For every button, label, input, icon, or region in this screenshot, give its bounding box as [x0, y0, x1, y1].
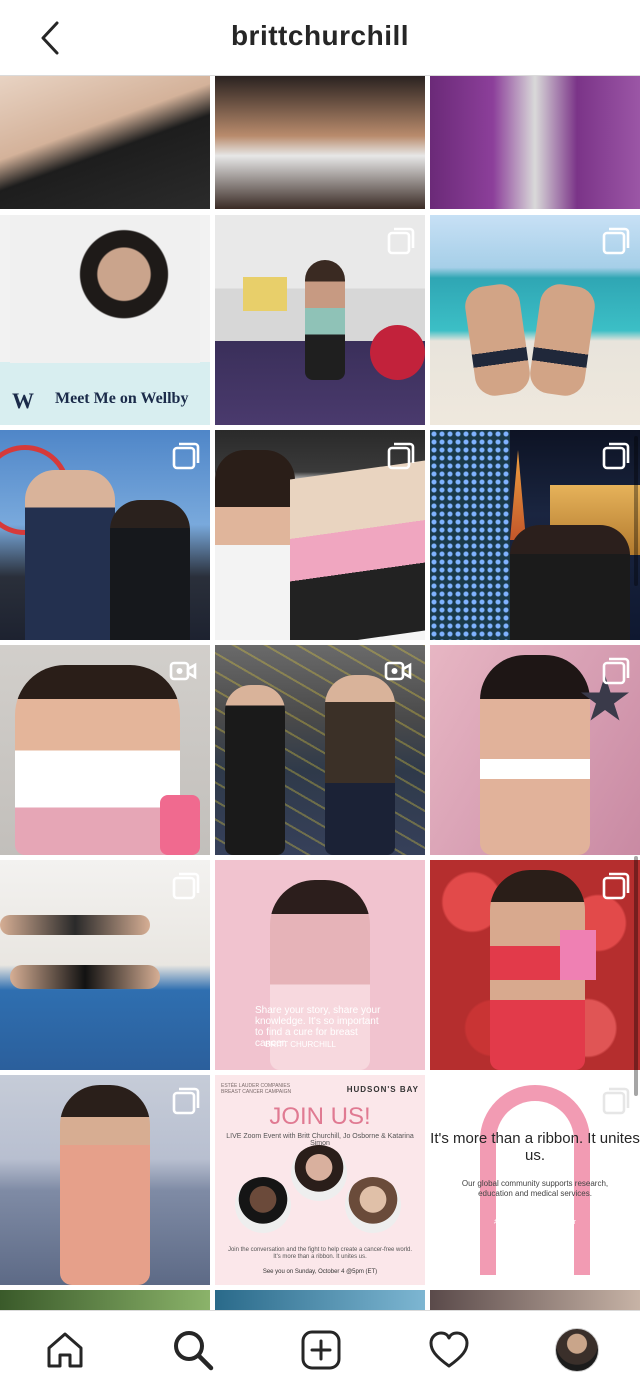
top-bar: brittchurchill	[0, 0, 640, 76]
carousel-icon	[602, 872, 630, 900]
post-tile[interactable]	[215, 76, 425, 209]
carousel-icon	[172, 1087, 200, 1115]
video-icon	[169, 661, 197, 681]
carousel-icon	[602, 442, 630, 470]
video-icon	[384, 661, 412, 681]
nav-home[interactable]	[40, 1325, 90, 1375]
scrollbar[interactable]	[634, 856, 638, 1096]
search-icon	[174, 1331, 214, 1371]
post-hashtag: #TimeToEndBreastCancer	[494, 1219, 576, 1226]
post-tile[interactable]	[0, 1075, 210, 1285]
post-tile[interactable]	[0, 76, 210, 209]
post-tile[interactable]: It's more than a ribbon. It unites us. O…	[430, 1075, 640, 1285]
home-icon	[47, 1332, 83, 1368]
nav-new-post[interactable]	[296, 1325, 346, 1375]
post-tile[interactable]	[215, 645, 425, 855]
post-tile[interactable]	[430, 430, 640, 640]
post-tile[interactable]	[430, 215, 640, 425]
brand-right: HUDSON'S BAY	[346, 1085, 419, 1094]
post-tile[interactable]	[0, 430, 210, 640]
brand-left: ESTÉE LAUDER COMPANIES BREAST CANCER CAM…	[221, 1083, 292, 1095]
post-tile[interactable]	[215, 430, 425, 640]
carousel-icon	[387, 442, 415, 470]
carousel-icon	[172, 872, 200, 900]
post-tile[interactable]	[430, 76, 640, 209]
nav-activity[interactable]	[424, 1325, 474, 1375]
plus-square-icon	[301, 1330, 341, 1370]
post-date: See you on Sunday, October 4 @5pm (ET)	[262, 1269, 378, 1275]
post-tile[interactable]	[215, 215, 425, 425]
post-headline: It's more than a ribbon. It unites us.	[430, 1130, 640, 1164]
avatar	[555, 1328, 599, 1372]
wellby-logo: W	[12, 388, 34, 413]
scrollbar[interactable]	[634, 436, 638, 586]
heart-icon	[429, 1331, 469, 1368]
carousel-icon	[172, 442, 200, 470]
bottom-nav	[0, 1310, 640, 1386]
profile-username: brittchurchill	[230, 20, 410, 51]
carousel-icon	[602, 1087, 630, 1115]
post-body: Our global community supports research, …	[461, 1179, 609, 1198]
post-tile[interactable]: W Meet Me on Wellby	[0, 215, 210, 425]
post-tile[interactable]	[430, 1290, 640, 1310]
post-tile[interactable]	[0, 860, 210, 1070]
post-tile[interactable]: ESTÉE LAUDER COMPANIES BREAST CANCER CAM…	[215, 1075, 425, 1285]
post-tile[interactable]	[215, 1290, 425, 1310]
post-tile[interactable]	[430, 645, 640, 855]
carousel-icon	[602, 227, 630, 255]
post-tile[interactable]: Share your story, share your knowledge. …	[215, 860, 425, 1070]
posts-grid: W Meet Me on Wellby Share your story, sh…	[0, 76, 640, 1310]
post-tile[interactable]	[0, 645, 210, 855]
post-footer: Join the conversation and the fight to h…	[227, 1247, 413, 1260]
post-tile[interactable]	[0, 1290, 210, 1310]
post-tile[interactable]	[430, 860, 640, 1070]
nav-search[interactable]	[168, 1325, 218, 1375]
carousel-icon	[602, 657, 630, 685]
post-quote-sign: BRITT CHURCHILL	[265, 1040, 336, 1049]
carousel-icon	[387, 227, 415, 255]
post-overlay-text: Meet Me on Wellby	[55, 390, 189, 407]
post-headline: JOIN US!	[269, 1103, 371, 1130]
nav-profile[interactable]	[552, 1325, 602, 1375]
